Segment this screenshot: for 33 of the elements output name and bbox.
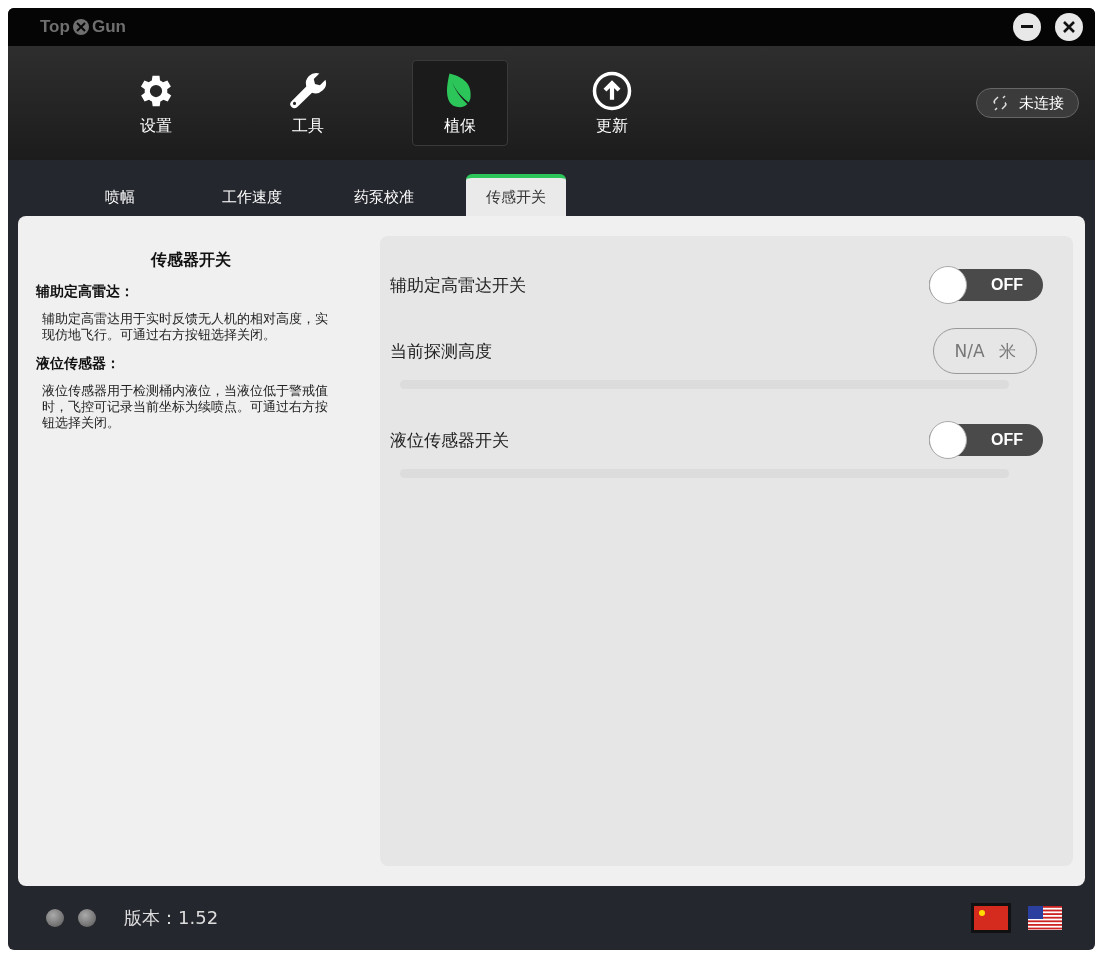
nav-button[interactable]: 植保 (412, 60, 508, 146)
setting-label: 当前探测高度 (390, 339, 492, 363)
close-button[interactable] (1055, 13, 1083, 41)
help-title: 传感器开关 (149, 250, 232, 271)
nav-button[interactable]: 设置 (108, 60, 204, 146)
help-text: 辅助定高雷达用于实时反馈无人机的相对高度，实现仿地飞行。可通过右方按钮选择关闭。 (41, 311, 329, 343)
minimize-icon (1021, 25, 1033, 29)
language-button[interactable] (1025, 903, 1065, 933)
logo-text: Gun (91, 17, 126, 37)
flag-icon (1028, 906, 1062, 930)
help-text: 液位传感器用于检测桶内液位，当液位低于警戒值时，飞控可记录当前坐标为续喷点。可通过右方按钮选择关闭。 (41, 383, 329, 431)
setting-label: 液位传感器开关 (390, 428, 509, 452)
logo-icon (71, 18, 90, 36)
help-heading: 液位传感器： (36, 355, 121, 373)
nav-button[interactable]: 更新 (564, 60, 660, 146)
version-text: 版本：1.52 (124, 906, 219, 930)
toggle-switch[interactable]: OFF (929, 266, 1043, 304)
tab[interactable]: 工作速度 (202, 174, 302, 216)
tab[interactable]: 喷幅 (70, 174, 170, 216)
flag-icon (974, 906, 1008, 930)
tab[interactable]: 药泵校准 (334, 174, 434, 216)
close-icon (1063, 21, 1075, 33)
upload-icon (591, 69, 633, 112)
minimize-button[interactable] (1013, 13, 1041, 41)
connection-button[interactable]: 未连接 (976, 88, 1079, 118)
language-button[interactable] (971, 903, 1011, 933)
tab[interactable]: 传感开关 (466, 174, 566, 216)
logo-text: Top (40, 17, 70, 37)
nav-button[interactable]: 工具 (260, 60, 356, 146)
broken-link-icon (991, 94, 1009, 112)
toggle-switch[interactable]: OFF (929, 421, 1043, 459)
help-heading: 辅助定高雷达： (36, 283, 135, 301)
setting-label: 辅助定高雷达开关 (390, 273, 526, 297)
